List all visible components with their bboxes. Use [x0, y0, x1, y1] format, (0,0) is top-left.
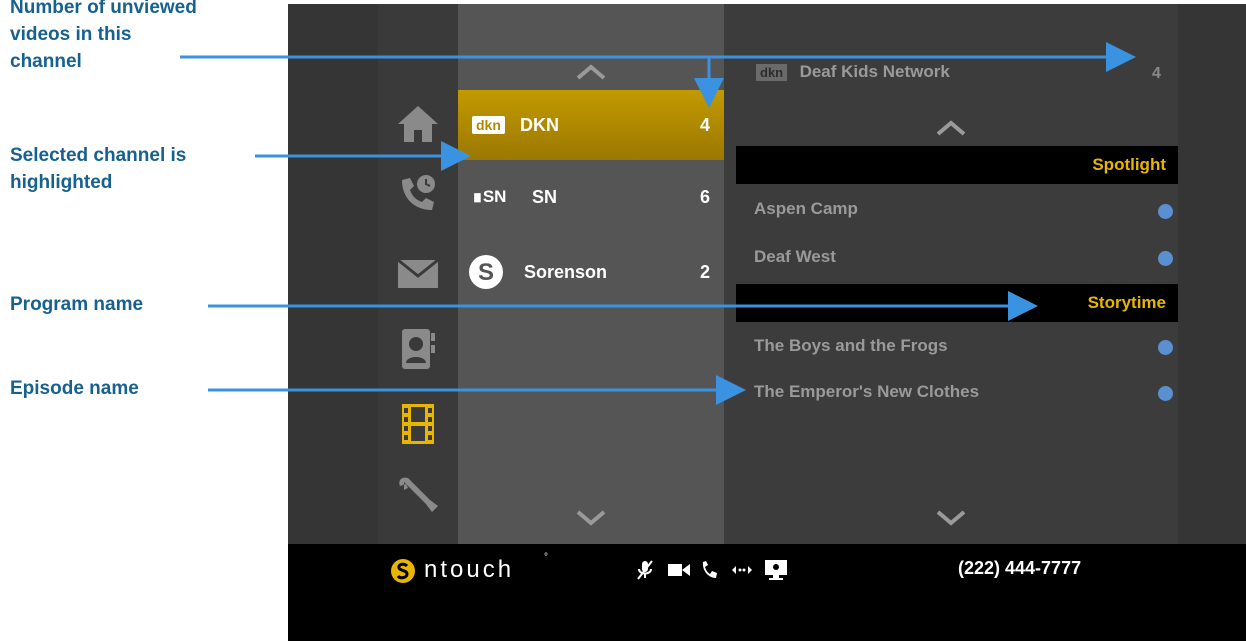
annotation-arrows: [180, 42, 1136, 405]
